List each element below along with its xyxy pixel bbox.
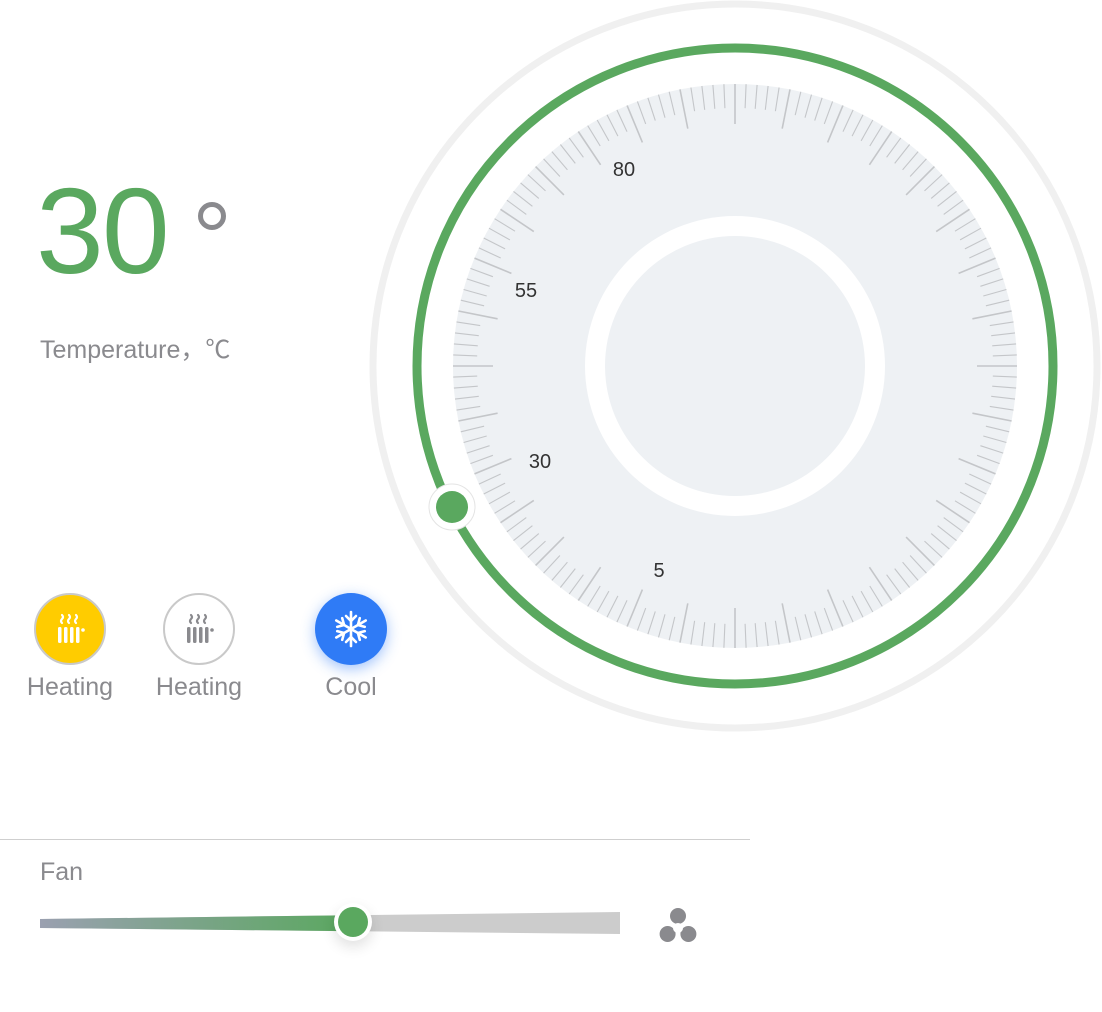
mode-heating-button[interactable]: Heating — [5, 593, 135, 702]
temperature-dial[interactable]: 80 55 30 5 — [368, 0, 1102, 734]
scale-label-55: 55 — [515, 280, 537, 302]
snowflake-icon — [334, 610, 368, 648]
radiator-icon — [58, 613, 85, 643]
fan-slider-fill — [40, 915, 354, 932]
fan-slider[interactable] — [40, 912, 620, 934]
divider — [0, 839, 750, 840]
scale-label-80: 80 — [613, 159, 635, 181]
mode-heating-label: Heating — [26, 673, 114, 701]
temperature-label: Temperature，℃ — [40, 336, 231, 364]
mode-heating-alt-circle[interactable] — [163, 593, 235, 665]
radiator-icon — [187, 613, 214, 643]
mode-heating-circle[interactable] — [34, 593, 106, 665]
scale-label-30: 30 — [529, 451, 551, 473]
fan-slider-handle[interactable] — [334, 903, 373, 941]
temperature-readout: 30 — [36, 170, 226, 292]
scale-label-5: 5 — [653, 560, 664, 582]
mode-heating-alt-button[interactable]: Heating — [134, 593, 264, 702]
dial-center — [605, 236, 865, 496]
fan-label: Fan — [40, 858, 84, 886]
degree-icon — [197, 202, 226, 230]
temperature-value: 30 — [36, 163, 170, 299]
mode-heating-alt-label: Heating — [155, 673, 243, 701]
fan-icon — [659, 908, 697, 942]
dial-handle[interactable] — [436, 491, 468, 523]
